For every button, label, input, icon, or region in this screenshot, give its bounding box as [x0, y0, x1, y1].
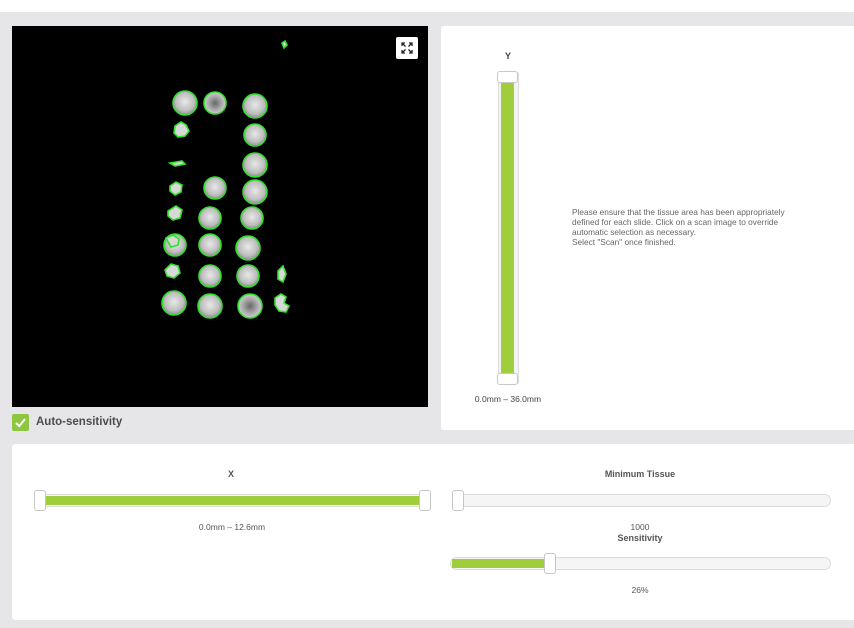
tissue-core[interactable]	[172, 90, 198, 116]
x-axis-label: X	[227, 469, 234, 479]
tissue-fragment[interactable]	[164, 263, 181, 279]
instruction-line: defined for each slide. Click on a scan …	[572, 217, 779, 227]
x-range-slider[interactable]	[34, 490, 431, 511]
tissue-core[interactable]	[203, 176, 227, 200]
tissue-core[interactable]	[198, 206, 222, 230]
minimum-tissue-slider[interactable]	[452, 490, 831, 511]
y-axis-panel: Y 0.0mm – 36.0mm Please ensure that the …	[441, 26, 854, 430]
tissue-fragment[interactable]	[167, 160, 187, 167]
x-max-handle[interactable]	[419, 490, 431, 511]
x-range-value: 0.0mm – 12.6mm	[198, 522, 266, 532]
tissue-core[interactable]	[161, 290, 187, 316]
tissue-fragment[interactable]	[277, 264, 287, 284]
auto-sensitivity-label: Auto-sensitivity	[36, 416, 123, 428]
y-range-value: 0.0mm – 36.0mm	[474, 394, 542, 404]
tissue-core[interactable]	[243, 123, 267, 147]
instruction-line: Please ensure that the tissue area has b…	[572, 207, 785, 217]
sensitivity-handle[interactable]	[544, 553, 556, 574]
tissue-core[interactable]	[242, 93, 268, 119]
tissue-core[interactable]	[197, 293, 223, 319]
instructions-text: Please ensure that the tissue area has b…	[572, 207, 832, 247]
sensitivity-value: 26%	[631, 585, 649, 595]
auto-sensitivity-toggle[interactable]: Auto-sensitivity	[12, 413, 122, 431]
tissue-core[interactable]	[237, 293, 263, 319]
sensitivity-slider[interactable]	[450, 553, 831, 574]
checkmark-icon	[15, 417, 26, 427]
controls-panel: X 0.0mm – 12.6mm Minimum Tissue 1000 Sen…	[12, 444, 854, 620]
expand-icon	[401, 42, 413, 54]
minimum-tissue-label: Minimum Tissue	[604, 469, 676, 479]
tissue-cores-svg[interactable]	[12, 26, 428, 407]
expand-button[interactable]	[396, 37, 418, 59]
y-axis-label: Y	[504, 51, 511, 61]
tissue-fragment[interactable]	[167, 205, 183, 221]
tissue-core[interactable]	[240, 206, 264, 230]
tissue-core[interactable]	[198, 233, 222, 257]
sensitivity-label: Sensitivity	[617, 533, 663, 543]
y-range-fill	[501, 81, 514, 375]
tissue-core[interactable]	[235, 235, 261, 261]
tissue-core[interactable]	[242, 152, 268, 178]
tissue-core[interactable]	[203, 91, 227, 115]
tissue-fragment[interactable]	[169, 181, 183, 196]
x-min-handle[interactable]	[34, 490, 46, 511]
y-max-handle[interactable]	[497, 71, 518, 83]
auto-sensitivity-checkbox[interactable]	[12, 413, 29, 431]
y-min-handle[interactable]	[497, 373, 518, 385]
minimum-tissue-value: 1000	[630, 522, 650, 532]
sensitivity-fill	[452, 559, 551, 568]
instruction-line: automatic selection as necessary.	[572, 227, 696, 237]
tissue-fragment[interactable]	[281, 39, 288, 50]
tissue-core[interactable]	[242, 179, 268, 205]
instruction-line: Select "Scan" once finished.	[572, 237, 676, 247]
minimum-tissue-handle[interactable]	[452, 490, 464, 511]
x-range-fill	[42, 496, 423, 505]
scan-image[interactable]	[12, 26, 428, 407]
tissue-core[interactable]	[198, 264, 222, 288]
tissue-fragment[interactable]	[274, 293, 291, 313]
tissue-fragment[interactable]	[173, 121, 190, 138]
y-range-slider[interactable]	[497, 71, 519, 385]
tissue-core[interactable]	[236, 264, 260, 288]
